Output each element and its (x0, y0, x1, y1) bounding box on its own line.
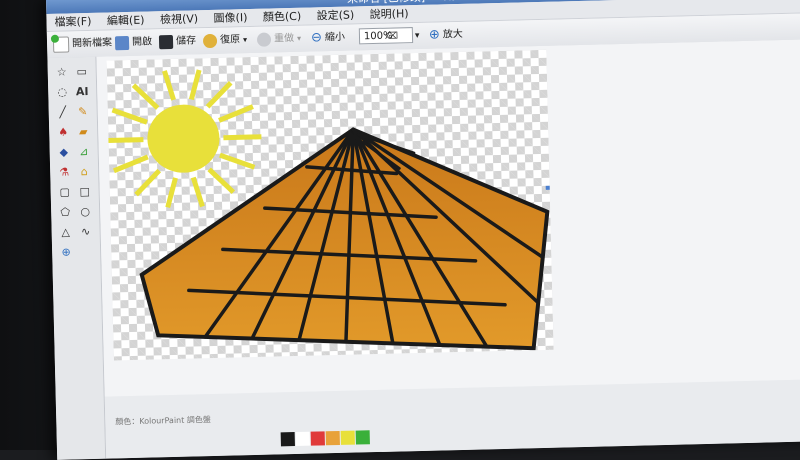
palette-title: 顏色：KolourPaint 調色盤 (115, 415, 211, 427)
redo-button-label: 重做 (273, 32, 295, 45)
zoom-out-button[interactable]: ⊖ 縮小 (311, 29, 345, 48)
sun-disc (147, 104, 220, 173)
new-button-label: 開新檔案 (71, 37, 113, 50)
curve-icon[interactable]: ∿ (78, 225, 94, 239)
sun-ray (105, 137, 144, 144)
color-eraser-icon[interactable]: ⌂ (76, 165, 92, 179)
zoom-in-label: 放大 (442, 28, 464, 41)
chevron-down-icon[interactable]: ▾ (297, 30, 301, 48)
drawing (105, 69, 550, 351)
free-select-icon[interactable]: ☆ (54, 65, 70, 79)
ellipse-select-icon[interactable]: ◌ (54, 85, 70, 99)
polyline-icon[interactable]: △ (58, 225, 74, 239)
rect-select-icon[interactable]: ▭ (74, 65, 90, 79)
sun-ray (165, 177, 178, 208)
zoom-tool-icon[interactable]: ⊕ (58, 245, 74, 259)
sun-ray (219, 152, 256, 170)
canvas-scroll-area (96, 39, 800, 397)
undo-button-label: 復原 (219, 34, 241, 46)
sun-ray (207, 167, 236, 195)
sun-shape (105, 69, 262, 208)
sun-ray (131, 83, 160, 110)
zoom-out-icon: ⊖ (310, 30, 323, 46)
sun-ray (134, 168, 162, 197)
sun-ray (112, 154, 149, 174)
brush-icon[interactable]: ♠ (55, 125, 71, 139)
chevron-down-icon[interactable]: ▾ (243, 31, 247, 49)
color-swatch[interactable] (310, 431, 325, 446)
open-button[interactable]: 開啟 (114, 33, 153, 52)
color-swatch[interactable] (295, 431, 310, 447)
resize-handle[interactable] (545, 185, 550, 190)
new-button[interactable]: 開新檔案 (50, 34, 113, 53)
rectangle-icon[interactable]: □ (77, 185, 93, 199)
menu-file[interactable]: 檔案(F) (54, 15, 91, 29)
menu-settings[interactable]: 設定(S) (316, 8, 354, 22)
kolourpaint-window: 未命名 [已修改] — KolourPaint 檔案(F) 編輯(E) 檢視(V… (46, 0, 800, 460)
redo-icon (256, 32, 272, 47)
color-picker-icon[interactable]: ⊿ (76, 145, 92, 159)
zoom-level-combo[interactable]: 100% ⌫ (358, 27, 414, 45)
save-button[interactable]: 儲存 (158, 32, 197, 51)
chevron-down-icon[interactable]: ▾ (415, 31, 420, 41)
save-button-label: 儲存 (175, 35, 197, 47)
menu-colors[interactable]: 顏色(C) (263, 10, 302, 24)
redo-button[interactable]: 重做 ▾ (256, 30, 301, 49)
menu-image[interactable]: 圖像(I) (213, 11, 247, 25)
zoom-in-button[interactable]: ⊕ 放大 (429, 26, 463, 45)
sun-ray (218, 104, 254, 123)
image-canvas[interactable] (105, 49, 554, 361)
menu-view[interactable]: 檢視(V) (160, 12, 198, 26)
new-file-icon (50, 34, 70, 53)
menu-edit[interactable]: 編輯(E) (107, 14, 145, 28)
sun-ray (205, 81, 233, 109)
polygon-icon[interactable]: ⬠ (57, 205, 73, 219)
zoom-in-icon: ⊕ (428, 27, 441, 43)
sun-ray (223, 134, 262, 141)
open-button-label: 開啟 (131, 36, 153, 48)
sun-ray (188, 69, 202, 101)
clear-icon[interactable]: ⌫ (385, 28, 398, 44)
text-tool-icon[interactable]: AI (74, 85, 90, 99)
save-icon (158, 34, 174, 50)
line-tool-icon[interactable]: ╱ (55, 105, 71, 119)
color-swatch[interactable] (340, 430, 355, 445)
rounded-rect-icon[interactable]: ▢ (57, 185, 73, 199)
sun-ray (190, 176, 205, 208)
color-swatch[interactable] (325, 430, 340, 446)
spraycan-icon[interactable]: ⚗ (56, 165, 72, 179)
color-swatch[interactable] (280, 432, 295, 447)
menu-help[interactable]: 說明(H) (370, 7, 409, 21)
undo-button[interactable]: 復原 ▾ (202, 31, 247, 50)
fill-bucket-icon[interactable]: ◆ (56, 145, 72, 159)
ellipse-icon[interactable]: ○ (77, 205, 93, 219)
open-folder-icon (114, 35, 130, 51)
undo-icon (202, 33, 218, 49)
color-swatch[interactable] (355, 430, 370, 445)
eraser-icon[interactable]: ▰ (75, 125, 91, 139)
sun-ray (162, 70, 176, 101)
zoom-out-label: 縮小 (324, 31, 346, 44)
sun-ray (111, 107, 148, 125)
pencil-icon[interactable]: ✎ (75, 105, 91, 119)
